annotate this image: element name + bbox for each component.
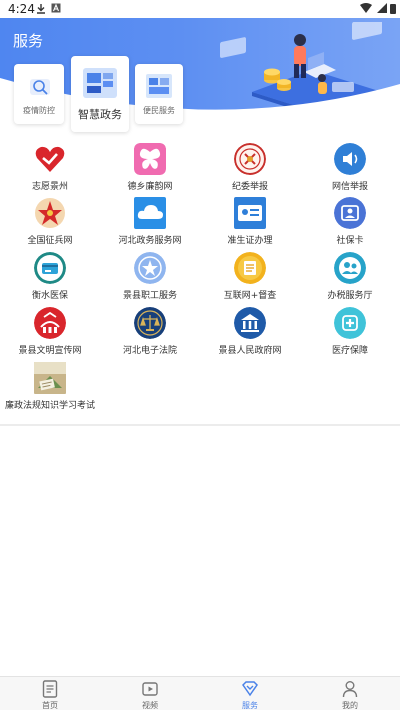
service-item-dexiang[interactable]: 德乡廉韵网	[100, 143, 200, 199]
service-label: 景县职工服务	[122, 291, 177, 301]
service-item-hengshui-medical[interactable]: 衡水医保	[0, 252, 100, 308]
service-item-internet-report[interactable]: 网信举报	[300, 143, 400, 199]
service-label: 社保卡	[336, 236, 364, 246]
service-item-internet-supervision[interactable]: 互联网+督查	[200, 252, 300, 308]
status-time: 4:24	[8, 2, 35, 16]
home-doc-icon	[42, 680, 58, 698]
category-label: 智慧政务	[78, 108, 122, 121]
service-label: 办税服务厅	[327, 291, 373, 301]
cloud-icon	[134, 197, 166, 229]
section-divider	[0, 424, 400, 426]
service-label: 互联网+督查	[223, 291, 277, 301]
service-label: 廉政法规知识学习考试	[4, 401, 95, 411]
service-item-conscription[interactable]: 全国征兵网	[0, 197, 100, 253]
notification-a-icon	[51, 3, 61, 13]
service-item-county-gov-site[interactable]: 景县人民政府网	[200, 307, 300, 363]
category-card-smart-government[interactable]: 智慧政务	[71, 56, 129, 132]
service-label: 准生证办理	[227, 236, 273, 246]
category-card-convenience[interactable]: 便民服务	[135, 64, 183, 124]
nav-label: 首页	[42, 701, 58, 710]
service-diamond-icon	[242, 681, 258, 697]
nav-tab-service[interactable]: 服务	[200, 677, 300, 710]
service-item-workers-service[interactable]: 景县职工服务	[100, 252, 200, 308]
speaker-icon	[334, 143, 366, 175]
government-icon	[234, 307, 266, 339]
page-title: 服务	[13, 32, 44, 50]
service-item-civilization-promo[interactable]: 景县文明宣传网	[0, 307, 100, 363]
service-item-birth-permit[interactable]: 准生证办理	[200, 197, 300, 253]
service-item-medical-security[interactable]: 医疗保障	[300, 307, 400, 363]
nav-label: 我的	[342, 701, 358, 710]
category-label: 疫情防控	[23, 106, 55, 115]
service-item-hebei-gov-service[interactable]: 河北政务服务网	[100, 197, 200, 253]
service-label: 景县人民政府网	[218, 346, 282, 356]
nav-tab-home[interactable]: 首页	[0, 677, 100, 710]
service-item-social-security-card[interactable]: 社保卡	[300, 197, 400, 253]
nav-tab-video[interactable]: 视频	[100, 677, 200, 710]
workers-star-icon	[134, 252, 166, 284]
civilization-icon	[34, 307, 66, 339]
heart-icon	[35, 146, 65, 172]
service-label: 德乡廉韵网	[127, 182, 173, 192]
video-icon	[142, 682, 158, 696]
category-label: 便民服务	[143, 106, 175, 115]
emblem-icon	[234, 143, 266, 175]
status-bar: 4:24	[0, 0, 400, 18]
tax-service-icon	[334, 252, 366, 284]
epidemic-search-icon	[30, 79, 50, 95]
medical-card-icon	[34, 252, 66, 284]
service-item-integrity-exam[interactable]: 廉政法规知识学习考试	[0, 362, 100, 418]
id-card-icon	[234, 197, 266, 229]
service-item-hebei-e-court[interactable]: 河北电子法院	[100, 307, 200, 363]
nav-label: 视频	[142, 701, 158, 710]
convenience-service-icon	[146, 74, 172, 98]
signal-icon	[377, 3, 387, 13]
category-card-epidemic[interactable]: 疫情防控	[14, 64, 64, 124]
service-item-volunteer[interactable]: 志愿景州	[0, 143, 100, 199]
wifi-icon	[360, 3, 372, 13]
service-label: 网信举报	[331, 182, 368, 192]
medical-plus-icon	[334, 307, 366, 339]
service-label: 纪委举报	[231, 182, 268, 192]
service-label: 志愿景州	[31, 182, 68, 192]
court-icon	[134, 307, 166, 339]
study-photo-icon	[34, 362, 66, 394]
download-icon	[37, 4, 45, 14]
battery-icon	[390, 4, 396, 14]
book-icon	[234, 252, 266, 284]
service-label: 医疗保障	[331, 346, 368, 356]
bottom-navigation: 首页 视频 服务 我的	[0, 676, 400, 710]
service-item-tax-hall[interactable]: 办税服务厅	[300, 252, 400, 308]
service-label: 衡水医保	[31, 291, 68, 301]
service-label: 全国征兵网	[27, 236, 73, 246]
smart-government-icon	[83, 68, 117, 98]
service-item-discipline-report[interactable]: 纪委举报	[200, 143, 300, 199]
butterfly-icon	[134, 143, 166, 175]
service-label: 河北政务服务网	[118, 236, 182, 246]
social-card-icon	[334, 197, 366, 229]
nav-tab-profile[interactable]: 我的	[300, 677, 400, 710]
user-icon	[342, 681, 358, 698]
nav-label: 服务	[242, 701, 258, 710]
service-label: 河北电子法院	[122, 346, 177, 356]
service-label: 景县文明宣传网	[18, 346, 82, 356]
star-emblem-icon	[35, 198, 65, 228]
